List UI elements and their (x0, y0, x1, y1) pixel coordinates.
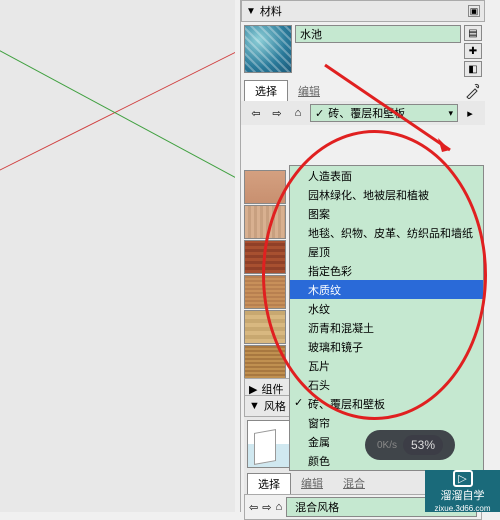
material-thumb[interactable] (244, 240, 286, 274)
check-icon: ✓ (315, 107, 324, 120)
create-material-icon[interactable]: ✚ (464, 43, 482, 59)
play-icon: ▷ (453, 470, 473, 487)
material-tabs: 选择 编辑 (241, 80, 485, 101)
close-icon[interactable]: ▣ (468, 5, 480, 17)
category-menu-item[interactable]: 木质纹 (290, 280, 483, 299)
chevron-down-icon: ▾ (448, 108, 453, 119)
display-secondary-pane-icon[interactable]: ▤ (464, 25, 482, 41)
category-menu-item[interactable]: 人造表面 (290, 166, 483, 185)
watermark-url: zixue.3d66.com (434, 504, 490, 513)
material-preview-row: ▤ ✚ ◧ (241, 22, 485, 80)
material-name-input[interactable] (295, 25, 461, 43)
style-tab-mix[interactable]: 混合 (333, 473, 375, 494)
category-menu-item[interactable]: 图案 (290, 204, 483, 223)
category-menu-item[interactable]: 水纹 (290, 299, 483, 318)
speed-label: 0K/s (377, 440, 397, 451)
material-thumb[interactable] (244, 310, 286, 344)
collapse-arrow-icon: ▶ (249, 383, 257, 396)
status-overlay: 0K/s 53% (365, 430, 455, 460)
material-thumbnails (244, 170, 286, 380)
category-label: 砖、覆层和壁板 (328, 105, 405, 121)
category-menu-item[interactable]: 园林绿化、地被层和植被 (290, 185, 483, 204)
category-menu-item[interactable]: 指定色彩 (290, 261, 483, 280)
category-menu-item[interactable]: 砖、覆层和壁板 (290, 394, 483, 413)
category-menu-item[interactable]: 石头 (290, 375, 483, 394)
material-nav-row: ⇦ ⇨ ⌂ ✓ 砖、覆层和壁板 ▾ ▸ (241, 101, 485, 125)
collapse-arrow-icon: ▼ (246, 6, 256, 17)
back-icon[interactable]: ⇦ (247, 105, 265, 121)
viewport-3d[interactable] (0, 0, 235, 512)
tab-edit[interactable]: 编辑 (288, 81, 330, 101)
details-icon[interactable]: ▸ (461, 105, 479, 121)
material-swatch[interactable] (244, 25, 292, 73)
material-thumb[interactable] (244, 345, 286, 379)
material-thumb[interactable] (244, 275, 286, 309)
percent-label: 53% (403, 435, 443, 455)
style-tab-select[interactable]: 选择 (247, 473, 291, 494)
eyedropper-icon[interactable] (464, 82, 482, 100)
home-icon[interactable]: ⌂ (289, 105, 307, 121)
tab-select[interactable]: 选择 (244, 80, 288, 101)
watermark: ▷ 溜溜自学 zixue.3d66.com (425, 470, 500, 512)
material-thumb[interactable] (244, 170, 286, 204)
category-menu-item[interactable]: 屋顶 (290, 242, 483, 261)
styles-title: 风格 (264, 398, 286, 414)
style-tab-edit[interactable]: 编辑 (291, 473, 333, 494)
category-menu: 人造表面园林绿化、地被层和植被图案地毯、织物、皮革、纺织品和墙纸屋顶指定色彩木质… (289, 165, 484, 471)
style-thumbnail[interactable] (247, 420, 295, 468)
materials-panel-header[interactable]: ▼ 材料 ▣ (241, 0, 485, 22)
bottom-home-icon[interactable]: ⌂ (275, 501, 282, 513)
watermark-brand: 溜溜自学 (441, 487, 485, 503)
material-thumb[interactable] (244, 205, 286, 239)
category-menu-item[interactable]: 玻璃和镜子 (290, 337, 483, 356)
collapse-arrow-icon: ▼ (249, 400, 260, 412)
set-default-icon[interactable]: ◧ (464, 61, 482, 77)
forward-icon[interactable]: ⇨ (268, 105, 286, 121)
category-menu-item[interactable]: 地毯、织物、皮革、纺织品和墙纸 (290, 223, 483, 242)
category-menu-item[interactable]: 沥青和混凝土 (290, 318, 483, 337)
category-dropdown[interactable]: ✓ 砖、覆层和壁板 ▾ (310, 104, 458, 122)
materials-title: 材料 (260, 3, 282, 19)
category-menu-item[interactable]: 瓦片 (290, 356, 483, 375)
